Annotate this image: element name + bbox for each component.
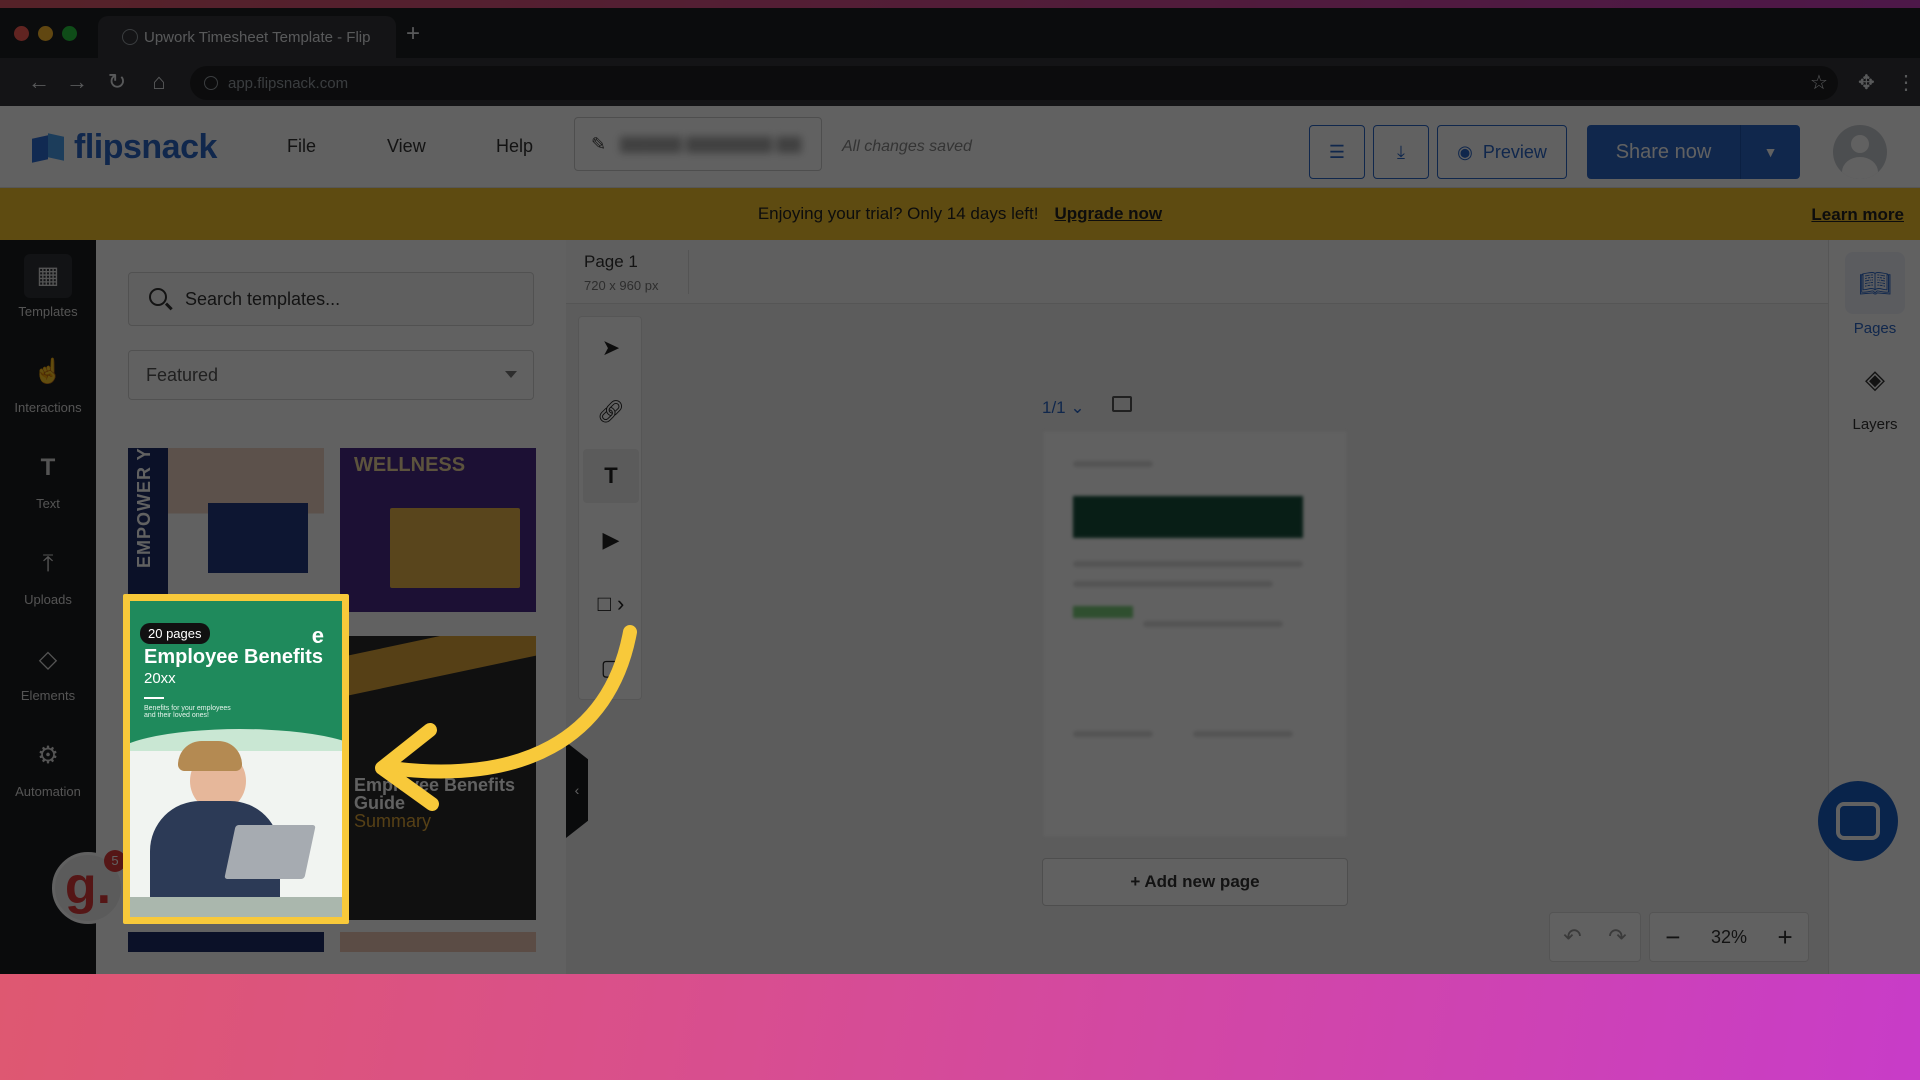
highlight-box bbox=[123, 594, 349, 924]
highlight-layer: 20 pages e Employee Benefits 20xx Benefi… bbox=[0, 0, 1920, 974]
pointer-arrow bbox=[375, 625, 637, 811]
